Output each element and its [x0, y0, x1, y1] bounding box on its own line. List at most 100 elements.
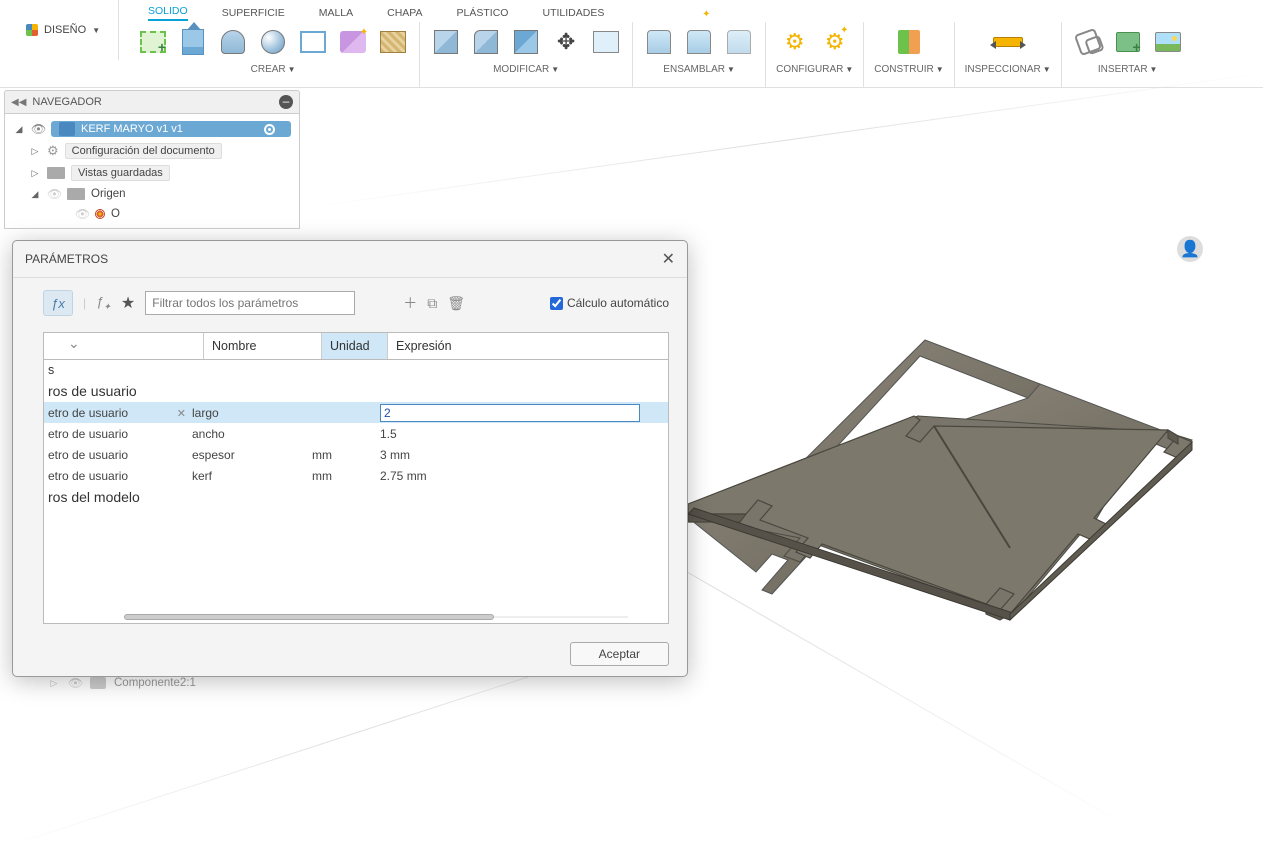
tab-solido[interactable]: SOLIDO [148, 5, 188, 21]
col-unit[interactable]: Unidad [322, 333, 388, 359]
press-pull-button[interactable] [430, 26, 462, 58]
tree-origin-o[interactable]: 👁 O [5, 204, 299, 224]
navigator-header[interactable]: ◀◀ NAVEGADOR – [4, 90, 300, 114]
twisty-icon[interactable]: ▷ [48, 678, 60, 689]
horizontal-scrollbar[interactable] [124, 613, 628, 621]
sketch-create-button[interactable] [137, 26, 169, 58]
col-name[interactable]: Nombre [204, 333, 322, 359]
move-button[interactable]: ✥ [550, 26, 582, 58]
copy-icon[interactable]: ⧉ [427, 295, 437, 312]
joint-origin-button[interactable] [723, 26, 755, 58]
cell-expr[interactable]: 1.5 [380, 427, 668, 441]
group-insertar: INSERTAR▼ [1062, 22, 1194, 88]
cell-name[interactable]: largo [192, 406, 312, 420]
cell-unit[interactable]: mm [312, 448, 380, 462]
auto-calc-toggle[interactable]: Cálculo automático [550, 296, 669, 310]
col-tree[interactable] [44, 333, 204, 359]
caret-icon[interactable]: ▼ [1043, 65, 1051, 74]
align-button[interactable] [590, 26, 622, 58]
add-icon[interactable]: ＋ [403, 293, 417, 313]
insert-pcb-button[interactable] [1112, 26, 1144, 58]
scrollbar-thumb[interactable] [124, 614, 494, 620]
caret-icon[interactable]: ▼ [288, 65, 296, 74]
minimize-icon[interactable]: – [279, 95, 293, 109]
caret-icon[interactable]: ▼ [1150, 65, 1158, 74]
tab-plastico[interactable]: PLÁSTICO [457, 7, 509, 19]
star-icon[interactable]: ★ [121, 293, 135, 313]
tab-utilidades[interactable]: UTILIDADES [542, 7, 604, 19]
expr-input[interactable] [380, 404, 640, 422]
group-inspeccionar: INSPECCIONAR▼ [955, 22, 1062, 88]
auto-calc-checkbox[interactable] [550, 297, 563, 310]
new-joint-button[interactable] [683, 26, 715, 58]
insert-link-button[interactable] [1072, 26, 1104, 58]
tree-component2[interactable]: ▷ 👁 Componente2:1 [48, 676, 196, 690]
section-favs[interactable]: s [44, 360, 668, 380]
caret-icon[interactable]: ▼ [936, 65, 944, 74]
config-button-2[interactable]: ⚙✦ [819, 26, 851, 58]
eye-icon[interactable]: 👁 [31, 122, 45, 136]
collapse-left-icon[interactable]: ◀◀ [11, 97, 26, 108]
texture-button[interactable] [377, 26, 409, 58]
table-row[interactable]: etro de usuario✕ largo [44, 402, 668, 423]
root-pill: KERF MARYO v1 v1 [51, 121, 291, 137]
filter-input[interactable] [145, 291, 355, 315]
cell-name[interactable]: ancho [192, 427, 312, 441]
fx-button[interactable]: ƒx [43, 290, 73, 316]
eye-off-icon[interactable]: 👁 [47, 187, 61, 201]
section-model[interactable]: ros del modelo [44, 486, 668, 508]
sphere-button[interactable] [257, 26, 289, 58]
dialog-titlebar[interactable]: PARÁMETROS ✕ [13, 241, 687, 278]
pattern-button[interactable] [297, 26, 329, 58]
eye-off-icon[interactable]: 👁 [68, 676, 82, 690]
twisty-icon[interactable]: ◢ [13, 124, 25, 135]
combine-button[interactable] [510, 26, 542, 58]
table-row[interactable]: etro de usuario espesor mm 3 mm [44, 444, 668, 465]
cell-unit[interactable]: mm [312, 469, 380, 483]
tree-origin[interactable]: ◢ 👁 Origen [5, 184, 299, 204]
delete-icon[interactable]: 🗑 [447, 295, 465, 312]
user-avatar[interactable]: 👤 [1177, 236, 1203, 262]
cell-name[interactable]: kerf [192, 469, 312, 483]
parameters-table: Nombre Unidad Expresión s ros de usuario… [43, 332, 669, 624]
model-part[interactable] [680, 328, 1230, 748]
table-row[interactable]: etro de usuario kerf mm 2.75 mm [44, 465, 668, 486]
tab-chapa[interactable]: CHAPA [387, 7, 422, 19]
table-row[interactable]: etro de usuario ancho 1.5 [44, 423, 668, 444]
joint-button[interactable] [643, 26, 675, 58]
accept-button[interactable]: Aceptar [570, 642, 669, 666]
revolve-button[interactable] [217, 26, 249, 58]
delete-row-icon[interactable]: ✕ [177, 407, 186, 420]
fx-user-icon[interactable]: ƒ✦ [96, 294, 111, 313]
caret-icon[interactable]: ▼ [727, 65, 735, 74]
section-user[interactable]: ros de usuario [44, 380, 668, 402]
close-icon[interactable]: ✕ [662, 249, 675, 269]
move-icon: ✥ [557, 29, 575, 55]
twisty-icon[interactable]: ▷ [29, 146, 41, 157]
active-radio-icon[interactable] [264, 124, 275, 135]
measure-button[interactable] [992, 26, 1024, 58]
tree-doc-config[interactable]: ▷ ⚙ Configuración del documento [5, 140, 299, 162]
config-button-1[interactable]: ⚙ [779, 26, 811, 58]
tab-malla[interactable]: MALLA [319, 7, 353, 19]
fillet-button[interactable] [470, 26, 502, 58]
eye-off-icon[interactable]: 👁 [75, 207, 89, 221]
tree-saved-views[interactable]: ▷ Vistas guardadas [5, 162, 299, 184]
tree-root[interactable]: ◢ 👁 KERF MARYO v1 v1 [5, 118, 299, 140]
tab-superficie[interactable]: SUPERFICIE [222, 7, 285, 19]
doc-config-label: Configuración del documento [65, 143, 222, 159]
twisty-icon[interactable]: ◢ [29, 189, 41, 200]
cell-name[interactable]: espesor [192, 448, 312, 462]
insert-image-button[interactable] [1152, 26, 1184, 58]
col-expr[interactable]: Expresión [388, 333, 668, 359]
workspace-switcher[interactable]: DISEÑO ▼ [8, 0, 119, 60]
auto-calc-label: Cálculo automático [567, 296, 669, 310]
caret-icon[interactable]: ▼ [845, 65, 853, 74]
caret-icon[interactable]: ▼ [551, 65, 559, 74]
emboss-button[interactable] [337, 26, 369, 58]
cell-expr[interactable]: 3 mm [380, 448, 668, 462]
cell-expr[interactable]: 2.75 mm [380, 469, 668, 483]
extrude-button[interactable] [177, 26, 209, 58]
plane-button[interactable] [893, 26, 925, 58]
twisty-icon[interactable]: ▷ [29, 168, 41, 179]
